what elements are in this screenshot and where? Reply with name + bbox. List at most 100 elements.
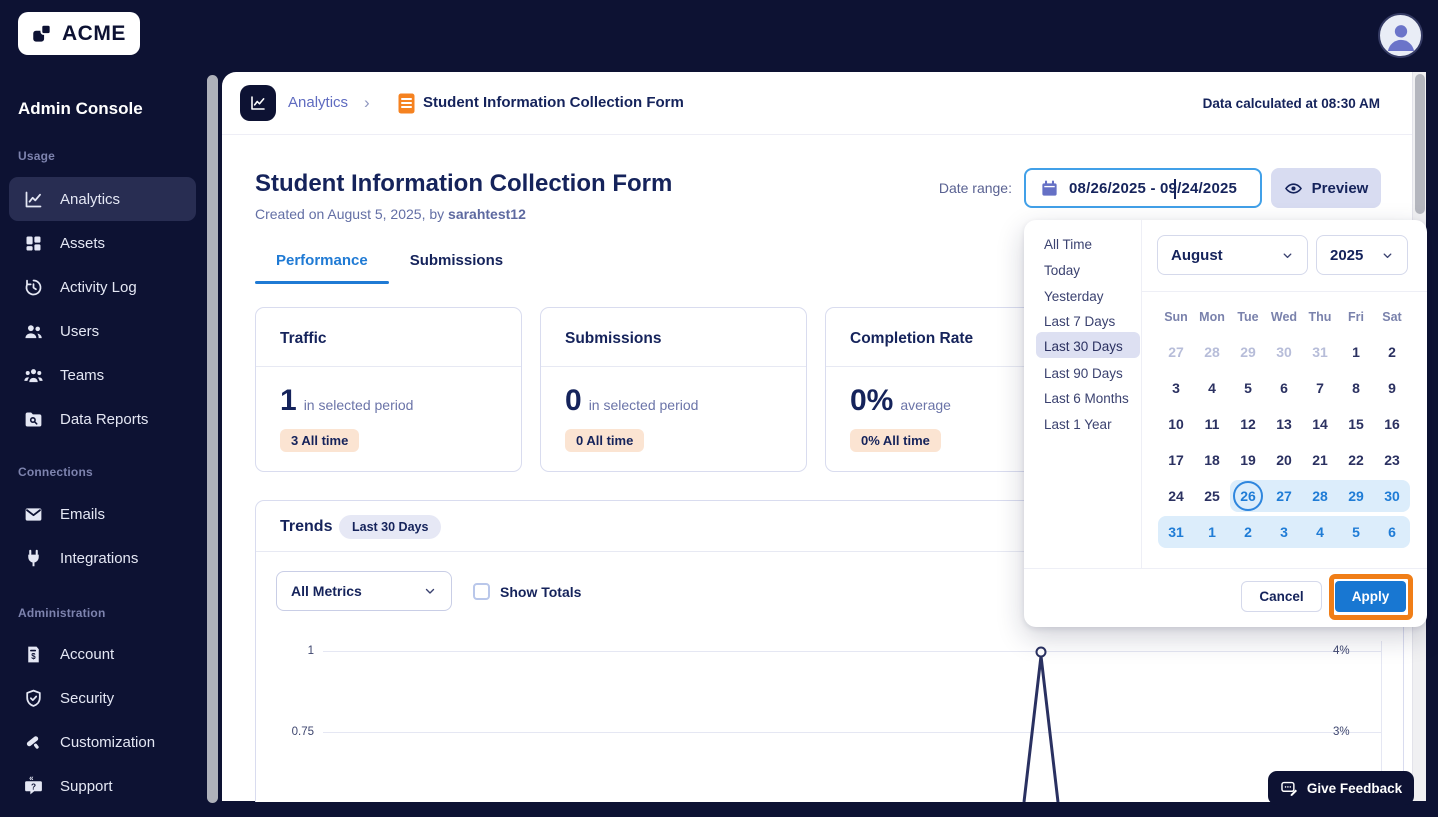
sidebar-item-customization[interactable]: Customization (9, 720, 196, 764)
preset-yesterday[interactable]: Yesterday (1044, 289, 1140, 304)
calendar-day[interactable]: 3 (1266, 514, 1302, 550)
sidebar-item-assets[interactable]: Assets (9, 221, 196, 265)
give-feedback-button[interactable]: Give Feedback (1268, 771, 1414, 805)
calendar-day[interactable]: 5 (1230, 370, 1266, 406)
calendar-day[interactable]: 13 (1266, 406, 1302, 442)
calendar-day[interactable]: 15 (1338, 406, 1374, 442)
month-select[interactable]: August (1157, 235, 1308, 275)
sidebar-item-data-reports[interactable]: Data Reports (9, 397, 196, 441)
calendar-day[interactable]: 10 (1158, 406, 1194, 442)
sidebar-item-activity-log[interactable]: Activity Log (9, 265, 196, 309)
all-time-badge: 0% All time (850, 429, 941, 452)
sidebar-item-emails[interactable]: Emails (9, 492, 196, 536)
year-select-value: 2025 (1330, 246, 1364, 264)
calendar-day[interactable]: 2 (1374, 334, 1410, 370)
tab-bar: Performance Submissions (255, 244, 524, 284)
metrics-select[interactable]: All Metrics (276, 571, 452, 611)
calendar-day[interactable]: 21 (1302, 442, 1338, 478)
cancel-button[interactable]: Cancel (1241, 581, 1322, 612)
calendar-day[interactable]: 11 (1194, 406, 1230, 442)
sidebar-section-connections: Connections (18, 465, 93, 479)
calendar-day[interactable]: 4 (1194, 370, 1230, 406)
calendar-day[interactable]: 17 (1158, 442, 1194, 478)
picker-footer-divider (1024, 568, 1427, 569)
sidebar-item-security[interactable]: Security (9, 676, 196, 720)
calendar-day[interactable]: 24 (1158, 478, 1194, 514)
calendar-day[interactable]: 27 (1266, 478, 1302, 514)
calendar-day[interactable]: 19 (1230, 442, 1266, 478)
show-totals-checkbox[interactable] (473, 583, 490, 600)
calendar-day[interactable]: 28 (1302, 478, 1338, 514)
calendar-day[interactable]: 23 (1374, 442, 1410, 478)
calendar-day[interactable]: 29 (1338, 478, 1374, 514)
content-scrollbar-thumb[interactable] (1415, 74, 1425, 214)
calendar-day[interactable]: 27 (1158, 334, 1194, 370)
sidebar-scrollbar[interactable] (207, 75, 218, 803)
calendar-day[interactable]: 5 (1338, 514, 1374, 550)
chevron-down-icon (1281, 249, 1294, 262)
calendar-day[interactable]: 31 (1302, 334, 1338, 370)
calendar-day[interactable]: 7 (1302, 370, 1338, 406)
calendar-day[interactable]: 30 (1374, 478, 1410, 514)
calendar-day[interactable]: 28 (1194, 334, 1230, 370)
data-calculated-text: Data calculated at 08:30 AM (1202, 96, 1380, 111)
calendar-day[interactable]: 22 (1338, 442, 1374, 478)
calendar-day[interactable]: 12 (1230, 406, 1266, 442)
preset-today[interactable]: Today (1044, 263, 1140, 278)
apply-button[interactable]: Apply (1335, 581, 1406, 612)
calendar-day[interactable]: 29 (1230, 334, 1266, 370)
sidebar-item-label: Customization (60, 733, 156, 751)
calendar-day[interactable]: 9 (1374, 370, 1410, 406)
svg-text:«: « (29, 776, 34, 783)
preset-last-30-days[interactable]: Last 30 Days (1044, 339, 1140, 354)
calendar-day[interactable]: 18 (1194, 442, 1230, 478)
sidebar-item-label: Activity Log (60, 278, 137, 296)
sidebar-item-account[interactable]: $ Account (9, 632, 196, 676)
support-chat-icon: ? « (23, 776, 44, 797)
preset-last-1-year[interactable]: Last 1 Year (1044, 417, 1140, 432)
left-axis-tick: 0.75 (291, 726, 314, 738)
calendar-day[interactable]: 1 (1194, 514, 1230, 550)
breadcrumb-current-page: Student Information Collection Form (423, 94, 684, 111)
date-range-input[interactable]: 08/26/2025 - 09/24/2025 (1024, 168, 1262, 208)
all-time-badge: 0 All time (565, 429, 645, 452)
tab-performance[interactable]: Performance (255, 244, 389, 284)
preview-button[interactable]: Preview (1271, 168, 1381, 208)
chart-data-point (1035, 646, 1047, 658)
calendar-day[interactable]: 16 (1374, 406, 1410, 442)
card-value: 0 (565, 384, 582, 417)
sidebar-item-analytics[interactable]: Analytics (9, 177, 196, 221)
calendar-day[interactable]: 30 (1266, 334, 1302, 370)
calendar-day[interactable]: 1 (1338, 334, 1374, 370)
preset-last-6-months[interactable]: Last 6 Months (1044, 391, 1140, 406)
breadcrumb-link-analytics[interactable]: Analytics (288, 94, 348, 111)
sidebar-item-label: Users (60, 322, 100, 340)
sidebar-item-label: Account (60, 645, 115, 663)
calendar-day[interactable]: 3 (1158, 370, 1194, 406)
calendar-day[interactable]: 6 (1266, 370, 1302, 406)
plug-icon (23, 548, 44, 569)
picker-divider (1141, 291, 1427, 292)
user-avatar[interactable] (1378, 13, 1423, 58)
preset-all-time[interactable]: All Time (1044, 237, 1140, 252)
calendar-day[interactable]: 6 (1374, 514, 1410, 550)
calendar-day[interactable]: 20 (1266, 442, 1302, 478)
tab-submissions[interactable]: Submissions (389, 244, 524, 284)
invoice-dollar-icon: $ (23, 644, 44, 665)
calendar-day[interactable]: 31 (1158, 514, 1194, 550)
eye-icon (1284, 179, 1303, 198)
right-axis-tick: 4% (1333, 645, 1350, 657)
sidebar-item-teams[interactable]: Teams (9, 353, 196, 397)
sidebar-item-support[interactable]: ? « Support (9, 764, 196, 808)
sidebar-item-integrations[interactable]: Integrations (9, 536, 196, 580)
calendar-day[interactable]: 14 (1302, 406, 1338, 442)
calendar-day[interactable]: 8 (1338, 370, 1374, 406)
calendar-day[interactable]: 4 (1302, 514, 1338, 550)
sidebar-item-users[interactable]: Users (9, 309, 196, 353)
preset-last-90-days[interactable]: Last 90 Days (1044, 366, 1140, 381)
calendar-day[interactable]: 25 (1194, 478, 1230, 514)
preset-last-7-days[interactable]: Last 7 Days (1044, 314, 1140, 329)
year-select[interactable]: 2025 (1316, 235, 1408, 275)
calendar-day[interactable]: 2 (1230, 514, 1266, 550)
acme-logo[interactable]: ACME (18, 12, 140, 55)
